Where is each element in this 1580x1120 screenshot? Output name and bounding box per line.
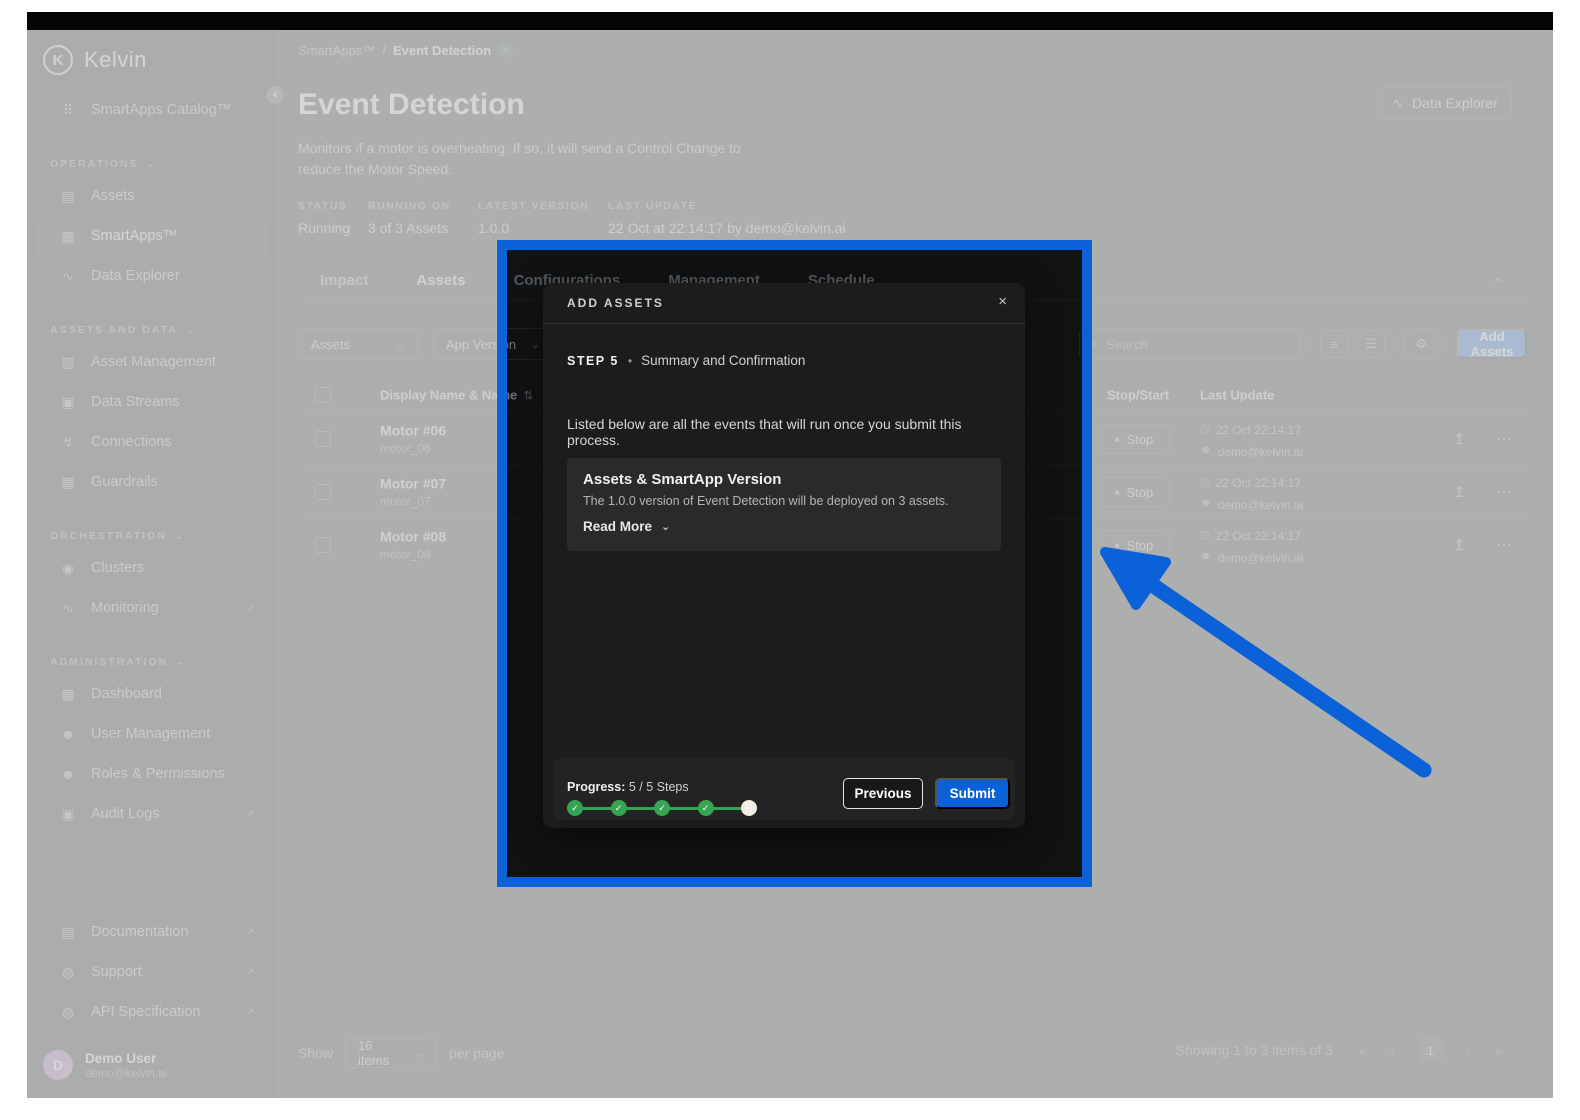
dim-overlay-right: [1092, 240, 1553, 887]
annotated-screenshot: K Kelvin ⠿SmartApps Catalog™OPERATIONS⌄▤…: [0, 0, 1580, 1120]
highlight-frame: [497, 240, 1092, 887]
dim-overlay-bottom: [27, 887, 1553, 1098]
dim-overlay-top: [27, 30, 1553, 240]
dim-overlay-left: [27, 240, 497, 887]
